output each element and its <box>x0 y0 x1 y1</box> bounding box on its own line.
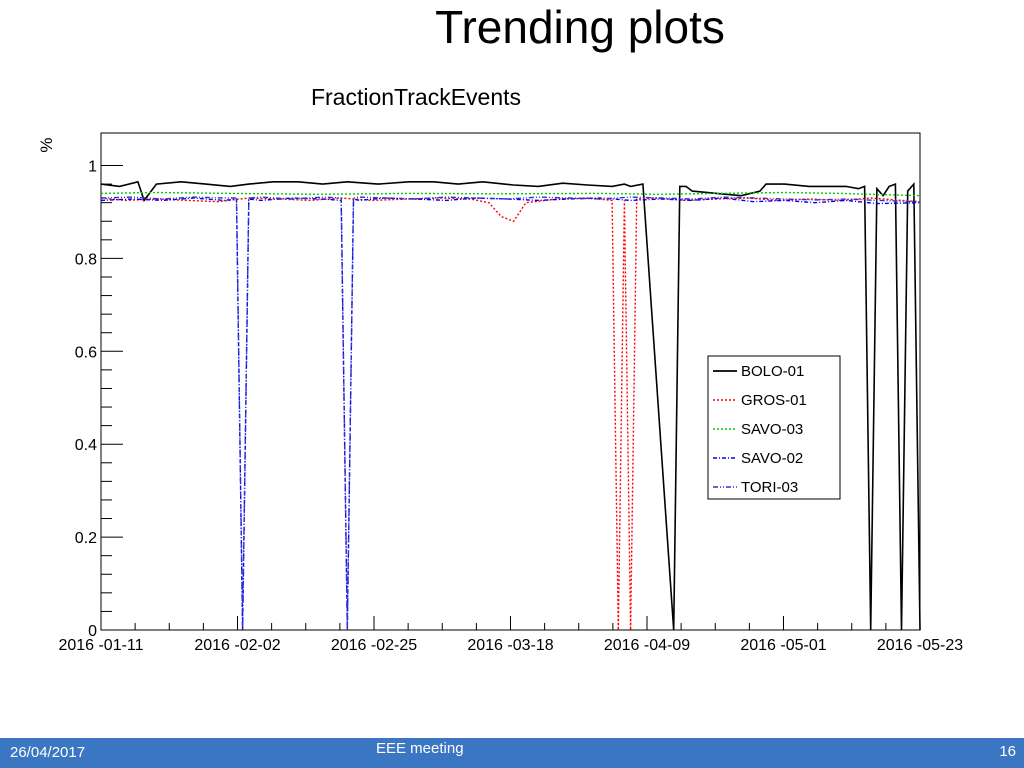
legend: BOLO-01 GROS-01 SAVO-03 SAVO-02 TORI-03 <box>707 355 841 500</box>
x-tick-label: 2016 -01-11 <box>58 637 143 654</box>
x-tick-label: 2016 -05-23 <box>877 637 963 654</box>
y-tick-label: 0.6 <box>75 344 97 361</box>
x-tick-label: 2016 -02-25 <box>331 637 417 654</box>
y-tick-label: 0.8 <box>75 251 97 268</box>
legend-label: SAVO-02 <box>741 450 803 467</box>
legend-label: BOLO-01 <box>741 363 804 380</box>
footer-date: 26/04/2017 <box>10 744 86 761</box>
x-tick-label: 2016 -03-18 <box>467 637 553 654</box>
y-tick-label: 0.4 <box>75 437 97 454</box>
y-axis-label: % <box>37 137 56 152</box>
series-line-savo-03 <box>100 191 921 197</box>
footer-meeting-name: EEE meeting <box>376 740 464 757</box>
chart-title: FractionTrackEvents <box>311 84 521 110</box>
legend-label: TORI-03 <box>741 479 798 496</box>
fraction-track-events-chart: FractionTrackEvents % 00.20.40.60.81 201… <box>37 84 963 654</box>
x-tick-label: 2016 -05-01 <box>740 637 826 654</box>
x-axis: 2016 -01-11 2016 -02-02 2016 -02-25 2016 -0… <box>58 616 963 654</box>
legend-label: GROS-01 <box>741 392 807 409</box>
x-tick-label: 2016 -02-02 <box>194 637 280 654</box>
slide-footer: 26/04/2017 EEE meeting 16 <box>0 738 1024 768</box>
y-axis: 00.20.40.60.81 <box>75 159 123 640</box>
y-tick-label: 0.2 <box>75 530 97 547</box>
x-tick-label: 2016 -04-09 <box>604 637 690 654</box>
legend-label: SAVO-03 <box>741 421 803 438</box>
y-tick-label: 1 <box>88 159 97 176</box>
footer-page-number: 16 <box>999 743 1016 760</box>
